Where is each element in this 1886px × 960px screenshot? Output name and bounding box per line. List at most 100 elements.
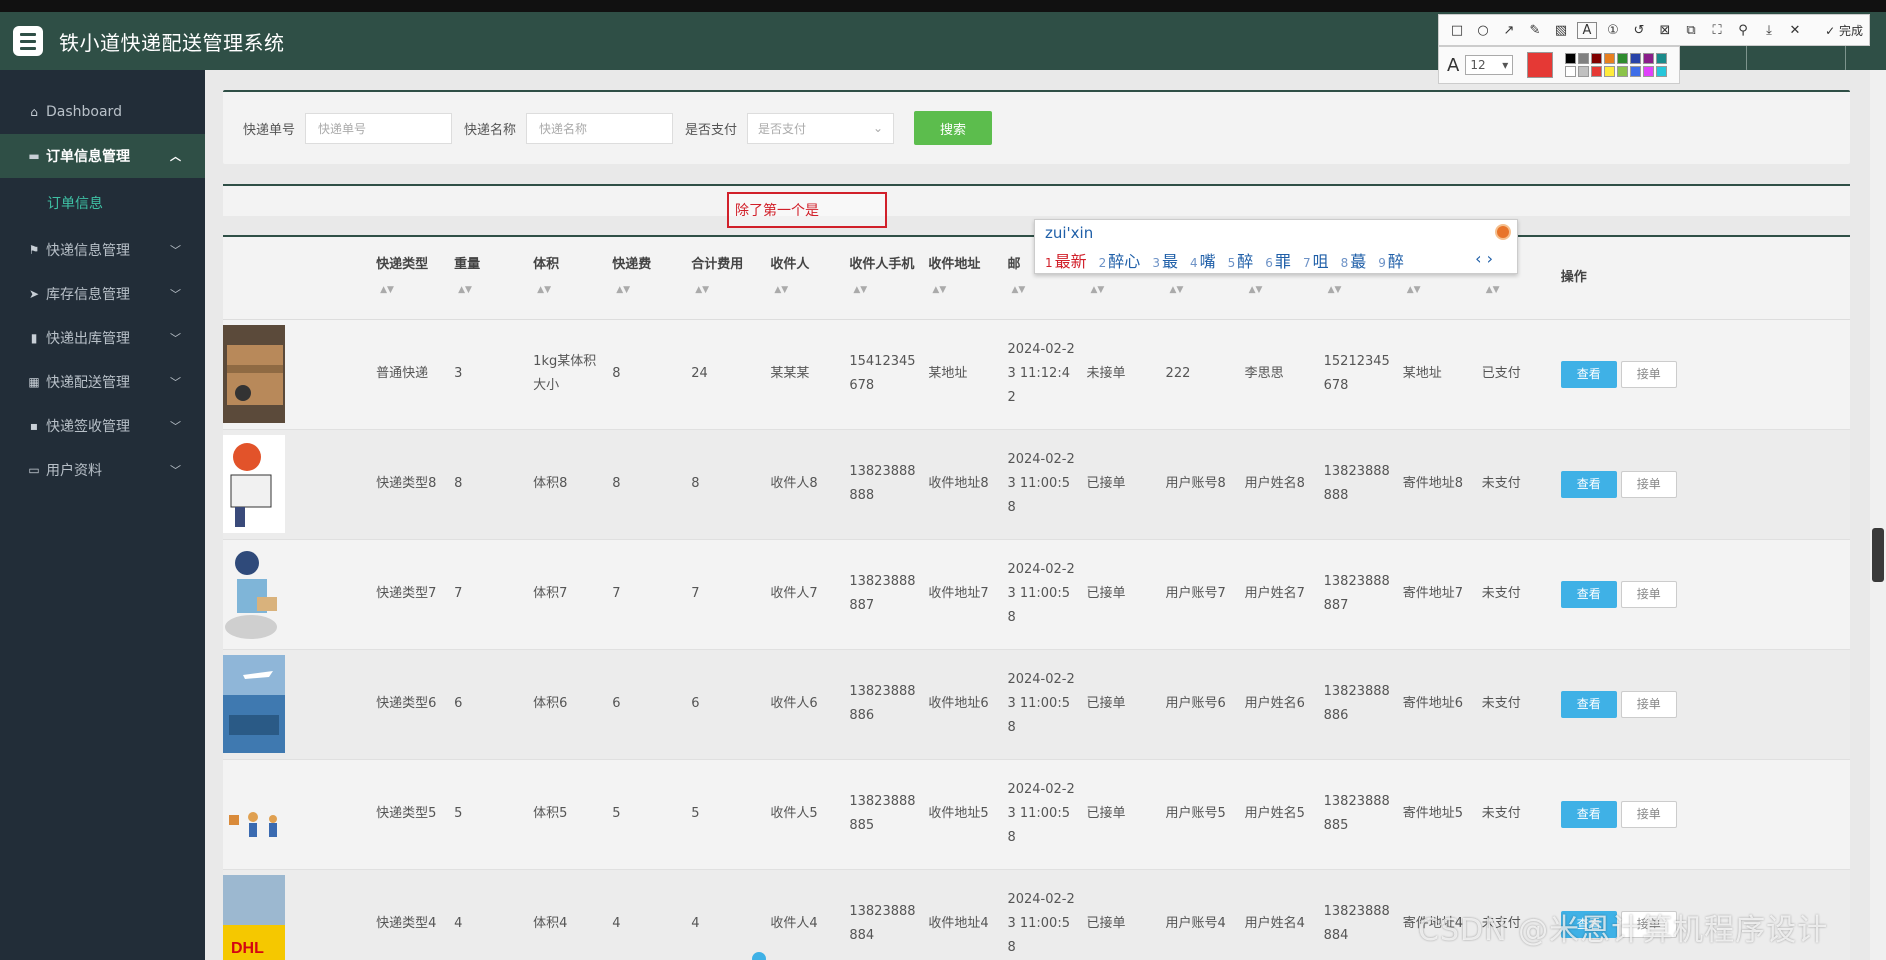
search-button[interactable]: 搜索 bbox=[914, 111, 993, 145]
sort-icon[interactable]: ▲▼ bbox=[1091, 278, 1105, 302]
sidebar: ⌂ Dashboard ▬ 订单信息管理 ︿ 订单信息 ⚑ 快递信息管理 ﹀ ➤… bbox=[0, 70, 205, 960]
pen-tool-icon[interactable]: ✎ bbox=[1525, 23, 1545, 38]
table-cell: 体积4 bbox=[523, 869, 603, 960]
accept-button[interactable]: 接单 bbox=[1620, 800, 1677, 828]
sort-icon[interactable]: ▲▼ bbox=[1486, 278, 1500, 302]
column-header[interactable]: 收件地址 ▲▼ bbox=[918, 237, 998, 320]
sort-icon[interactable]: ▲▼ bbox=[1249, 278, 1263, 302]
table-cell: 收件地址8 bbox=[918, 429, 998, 540]
accept-button[interactable]: 接单 bbox=[1620, 470, 1677, 498]
table-cell: 某某某 bbox=[760, 319, 840, 430]
ime-candidate[interactable]: 3最 bbox=[1152, 248, 1178, 272]
sort-icon[interactable]: ▲▼ bbox=[616, 278, 630, 302]
paid-select[interactable]: 是否支付 ⌄ bbox=[747, 112, 895, 144]
row-actions: 查看 接单 bbox=[1550, 759, 1850, 870]
sort-icon[interactable]: ▲▼ bbox=[932, 278, 946, 302]
text-tool-icon[interactable]: A bbox=[1577, 21, 1597, 39]
table-row: 快递类型5 5 体积5 5 5 收件人5 13823888885 收件地址5 2024-02-2… bbox=[223, 759, 1850, 870]
sort-icon[interactable]: ▲▼ bbox=[695, 278, 709, 302]
sort-icon[interactable]: ▲▼ bbox=[1407, 278, 1421, 302]
table-cell: 体积7 bbox=[523, 539, 603, 650]
sidebar-item-profile[interactable]: ▭ 用户资料 ﹀ bbox=[0, 448, 205, 492]
sort-icon[interactable]: ▲▼ bbox=[537, 278, 551, 302]
table-cell: 未接单 bbox=[1076, 319, 1156, 430]
chevron-up-icon: ︿ bbox=[170, 150, 181, 163]
table-cell: 未支付 bbox=[1471, 429, 1551, 540]
undo-icon[interactable]: ↺ bbox=[1629, 23, 1649, 38]
rectangle-tool-icon[interactable]: □ bbox=[1447, 23, 1467, 38]
view-button[interactable]: 查看 bbox=[1560, 360, 1617, 388]
column-header[interactable]: 快递类型 ▲▼ bbox=[366, 237, 445, 320]
table-cell: 寄件地址6 bbox=[1392, 649, 1472, 760]
sort-icon[interactable]: ▲▼ bbox=[853, 278, 867, 302]
column-header[interactable]: 收件人手机 ▲▼ bbox=[839, 237, 919, 320]
download-icon[interactable]: ⤓ bbox=[1759, 23, 1779, 38]
long-screenshot-icon[interactable]: ⛶ bbox=[1707, 23, 1727, 38]
scrollbar-thumb[interactable] bbox=[1872, 528, 1884, 582]
ime-page-arrows-icon[interactable]: ‹ › bbox=[1475, 249, 1493, 268]
arrow-tool-icon[interactable]: ↗ bbox=[1499, 23, 1519, 38]
sidebar-item-label: 快递信息管理 bbox=[46, 243, 130, 259]
sidebar-item-dashboard[interactable]: ⌂ Dashboard bbox=[0, 90, 205, 134]
ocr-icon[interactable]: ⊠ bbox=[1655, 23, 1675, 38]
view-button[interactable]: 查看 bbox=[1560, 470, 1617, 498]
color-palette[interactable] bbox=[1565, 53, 1668, 77]
accept-button[interactable]: 接单 bbox=[1620, 690, 1677, 718]
sort-icon[interactable]: ▲▼ bbox=[458, 278, 472, 302]
ime-candidate[interactable]: 6罪 bbox=[1265, 248, 1291, 272]
sidebar-subitem-order-info[interactable]: 订单信息 bbox=[0, 178, 205, 228]
column-header[interactable]: 快递费 ▲▼ bbox=[602, 237, 682, 320]
ime-candidate[interactable]: 8蕞 bbox=[1341, 248, 1367, 272]
current-color-swatch[interactable] bbox=[1527, 52, 1554, 78]
view-button[interactable]: 查看 bbox=[1560, 800, 1617, 828]
mosaic-tool-icon[interactable]: ▧ bbox=[1551, 23, 1571, 38]
search-label-paid: 是否支付 bbox=[685, 122, 738, 138]
table-cell: 7 bbox=[602, 539, 682, 650]
sort-icon[interactable]: ▲▼ bbox=[1328, 278, 1342, 302]
sidebar-item-outbound[interactable]: ▮ 快递出库管理 ﹀ bbox=[0, 316, 205, 360]
home-icon: ⌂ bbox=[30, 105, 38, 119]
column-header[interactable]: 收件人 ▲▼ bbox=[760, 237, 840, 320]
view-button[interactable]: 查看 bbox=[1560, 690, 1617, 718]
number-tool-icon[interactable]: ① bbox=[1603, 23, 1623, 38]
accept-button[interactable]: 接单 bbox=[1620, 580, 1677, 608]
ime-candidate[interactable]: 7咀 bbox=[1303, 248, 1329, 272]
translate-icon[interactable]: ⧉ bbox=[1681, 23, 1701, 38]
ime-candidate[interactable]: 4嘴 bbox=[1190, 248, 1216, 272]
table-cell: 2024-02-23 11:00:58 bbox=[997, 429, 1077, 540]
close-icon[interactable]: ✕ bbox=[1785, 23, 1805, 38]
column-header[interactable]: 体积 ▲▼ bbox=[523, 237, 603, 320]
ellipse-tool-icon[interactable]: ○ bbox=[1473, 23, 1493, 38]
sort-icon[interactable]: ▲▼ bbox=[1011, 278, 1025, 302]
view-button[interactable]: 查看 bbox=[1560, 580, 1617, 608]
sidebar-item-inventory[interactable]: ➤ 库存信息管理 ﹀ bbox=[0, 272, 205, 316]
scrollbar[interactable] bbox=[1870, 70, 1886, 960]
sort-icon[interactable]: ▲▼ bbox=[1170, 278, 1184, 302]
accept-button[interactable]: 接单 bbox=[1620, 360, 1677, 388]
font-size-select[interactable]: 12 ▾ bbox=[1465, 55, 1514, 75]
annotation-text-box[interactable]: 除了第一个是 bbox=[727, 192, 887, 228]
sidebar-item-label: 快递出库管理 bbox=[46, 331, 130, 347]
table-cell: 用户账号4 bbox=[1155, 869, 1235, 960]
column-header[interactable]: 合计费用 ▲▼ bbox=[681, 237, 761, 320]
table-cell: 3 bbox=[444, 319, 524, 430]
sidebar-item-express-info[interactable]: ⚑ 快递信息管理 ﹀ bbox=[0, 228, 205, 272]
sidebar-item-delivery[interactable]: ▦ 快递配送管理 ﹀ bbox=[0, 360, 205, 404]
done-button[interactable]: ✓ 完成 bbox=[1825, 22, 1863, 39]
express-name-input[interactable]: 快递名称 bbox=[526, 112, 674, 144]
column-header[interactable]: 重量 ▲▼ bbox=[444, 237, 524, 320]
sidebar-item-orders[interactable]: ▬ 订单信息管理 ︿ bbox=[0, 134, 205, 178]
tracking-number-input[interactable]: 快递单号 bbox=[305, 112, 453, 144]
sort-icon[interactable]: ▲▼ bbox=[380, 278, 394, 302]
menu-toggle-icon[interactable] bbox=[13, 26, 43, 56]
table-cell: 2024-02-23 11:00:58 bbox=[997, 649, 1077, 760]
sidebar-item-signing[interactable]: ▪ 快递签收管理 ﹀ bbox=[0, 404, 205, 448]
ime-candidate[interactable]: 5醉 bbox=[1228, 248, 1254, 272]
ime-candidate[interactable]: 2 醉心 bbox=[1099, 248, 1141, 272]
table-cell: 收件人7 bbox=[760, 539, 840, 650]
ime-candidate[interactable]: 9醉 bbox=[1378, 248, 1404, 272]
sort-icon[interactable]: ▲▼ bbox=[774, 278, 788, 302]
ime-candidate[interactable]: 1 最新 bbox=[1045, 248, 1087, 272]
table-cell: 收件地址6 bbox=[918, 649, 998, 760]
pin-icon[interactable]: ⚲ bbox=[1733, 23, 1753, 38]
